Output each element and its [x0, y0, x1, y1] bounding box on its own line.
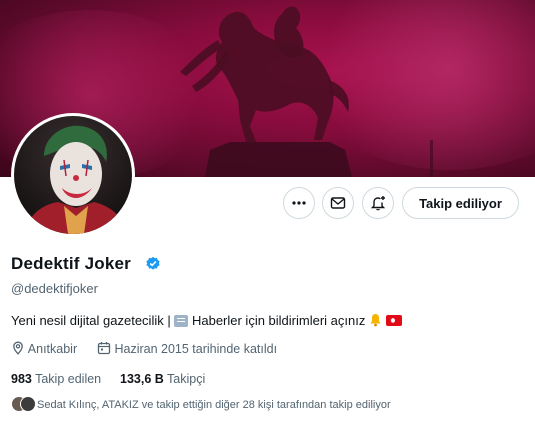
followers-stat[interactable]: 133,6 B Takipçi — [120, 372, 205, 386]
turkey-flag-icon — [385, 315, 402, 326]
follower-avatar[interactable] — [20, 396, 36, 412]
verified-badge-icon — [146, 256, 160, 270]
location-text: Anıtkabir — [27, 342, 78, 356]
bio-text-1: Yeni nesil dijital gazetecilik | — [11, 313, 171, 328]
following-label: Takip edilen — [35, 372, 102, 386]
followers-label: Takipçi — [167, 372, 206, 386]
join-date: Haziran 2015 tarihinde katıldı — [97, 341, 277, 356]
join-date-text: Haziran 2015 tarihinde katıldı — [114, 342, 278, 356]
following-button[interactable]: Takip ediliyor — [402, 187, 519, 219]
location-pin-icon — [13, 341, 23, 355]
calendar-icon — [97, 342, 111, 355]
following-count: 983 — [11, 372, 32, 386]
bio: Yeni nesil dijital gazetecilik | Haberle… — [11, 313, 402, 328]
following-stat[interactable]: 983 Takip edilen — [11, 372, 101, 386]
joker-avatar-image — [24, 125, 126, 234]
location: Anıtkabir — [11, 341, 77, 356]
bell-icon — [370, 314, 381, 327]
display-name: Dedektif Joker — [11, 254, 131, 273]
followed-by-text[interactable]: Sedat Kılınç, ATAKIZ ve takip ettiğin di… — [37, 399, 391, 411]
more-button[interactable] — [283, 187, 315, 219]
followers-count: 133,6 B — [120, 372, 164, 386]
notify-button[interactable] — [362, 187, 394, 219]
newspaper-icon — [174, 315, 189, 327]
bell-plus-icon — [370, 196, 386, 211]
bio-text-2: Haberler için bildirimleri açınız — [191, 313, 366, 328]
profile-avatar[interactable] — [11, 113, 135, 237]
message-button[interactable] — [322, 187, 354, 219]
mail-icon — [330, 197, 346, 209]
more-icon — [292, 201, 306, 205]
handle: @dedektifjoker — [11, 281, 98, 296]
